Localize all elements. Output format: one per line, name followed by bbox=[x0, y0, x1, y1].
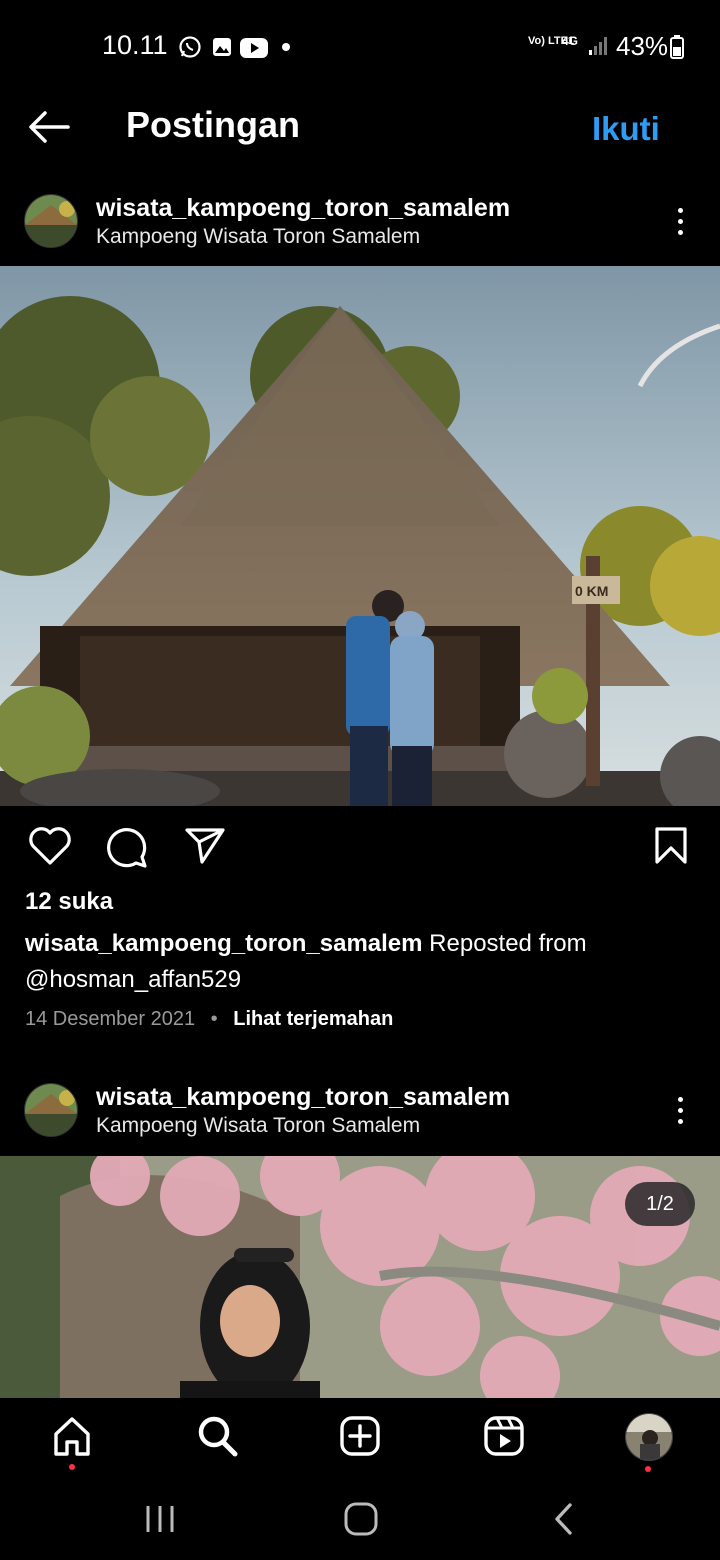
battery-icon bbox=[670, 35, 684, 59]
post-username[interactable]: wisata_kampoeng_toron_samalem bbox=[96, 194, 510, 223]
more-vertical-icon[interactable] bbox=[678, 1097, 686, 1130]
battery-level: 43% bbox=[616, 31, 669, 61]
profile-notification-dot bbox=[645, 1466, 651, 1472]
more-vertical-icon[interactable] bbox=[678, 208, 686, 241]
image-sign-text: 0 KM bbox=[575, 583, 608, 599]
system-nav-bar bbox=[0, 1490, 720, 1560]
likes-count[interactable]: 12 suka bbox=[25, 888, 113, 916]
post-meta: 14 Desember 2021 • Lihat terjemahan bbox=[25, 1008, 393, 1031]
post-image[interactable]: 0 KM bbox=[0, 266, 720, 806]
bookmark-icon[interactable] bbox=[654, 826, 688, 866]
heart-icon[interactable] bbox=[28, 826, 72, 866]
avatar[interactable] bbox=[24, 194, 78, 248]
home-icon[interactable] bbox=[52, 1414, 92, 1458]
signal-icon bbox=[589, 37, 607, 55]
post-location[interactable]: Kampoeng Wisata Toron Samalem bbox=[96, 1114, 420, 1138]
profile-avatar[interactable] bbox=[625, 1413, 673, 1461]
post-caption: wisata_kampoeng_toron_samalem Reposted f… bbox=[25, 926, 685, 998]
reels-icon[interactable] bbox=[484, 1414, 524, 1458]
search-icon[interactable] bbox=[196, 1414, 238, 1458]
page-title: Postingan bbox=[126, 104, 301, 145]
gallery-icon bbox=[213, 38, 231, 56]
recent-apps-icon[interactable] bbox=[144, 1504, 176, 1534]
avatar[interactable] bbox=[24, 1083, 78, 1137]
post-image[interactable] bbox=[0, 1156, 720, 1398]
separator-dot: • bbox=[210, 1008, 218, 1030]
create-icon[interactable] bbox=[340, 1414, 380, 1458]
home-button-icon[interactable] bbox=[344, 1502, 378, 1536]
follow-button[interactable]: Ikuti bbox=[592, 110, 660, 148]
status-time: 10.11 bbox=[102, 30, 168, 60]
arrow-left-icon[interactable] bbox=[28, 110, 70, 144]
comment-icon[interactable] bbox=[106, 826, 148, 868]
home-notification-dot bbox=[69, 1464, 75, 1470]
youtube-icon bbox=[240, 38, 268, 58]
whatsapp-icon bbox=[179, 36, 201, 58]
post-username[interactable]: wisata_kampoeng_toron_samalem bbox=[96, 1083, 510, 1112]
translate-link[interactable]: Lihat terjemahan bbox=[233, 1008, 393, 1030]
status-bar: 10.11 Vo) LTE1 4G 43% bbox=[0, 0, 720, 92]
post-date: 14 Desember 2021 bbox=[25, 1008, 196, 1030]
post-location[interactable]: Kampoeng Wisata Toron Samalem bbox=[96, 225, 420, 249]
network-type: 4G bbox=[562, 34, 579, 48]
back-button-icon[interactable] bbox=[552, 1502, 574, 1536]
caption-text: Reposted from bbox=[422, 930, 587, 957]
notification-dot bbox=[282, 43, 290, 51]
carousel-page-indicator: 1/2 bbox=[625, 1182, 695, 1226]
send-icon[interactable] bbox=[184, 826, 226, 866]
caption-mention[interactable]: @hosman_affan529 bbox=[25, 966, 241, 993]
caption-username[interactable]: wisata_kampoeng_toron_samalem bbox=[25, 930, 423, 957]
